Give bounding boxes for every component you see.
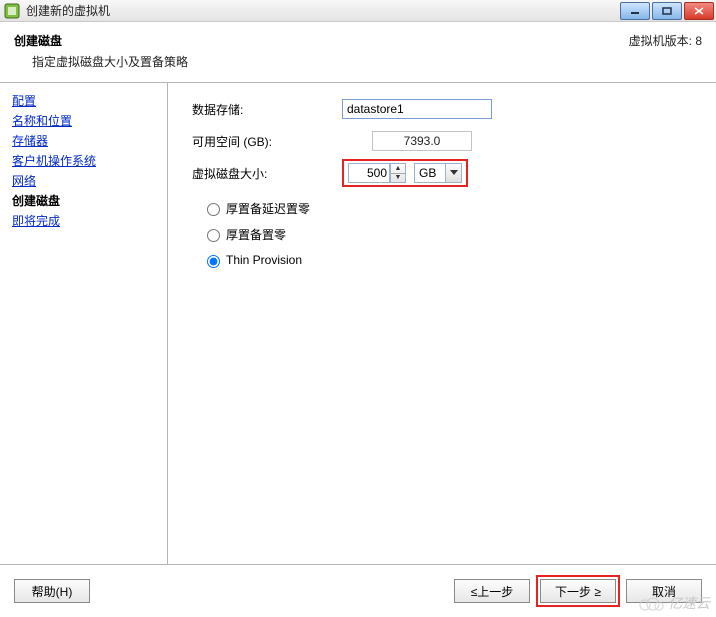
disksize-input[interactable]: [348, 163, 390, 183]
freespace-label: 可用空间 (GB):: [192, 133, 342, 150]
nav-step-network[interactable]: 网络: [12, 171, 163, 191]
spinner-up-icon[interactable]: ▲: [391, 164, 405, 174]
window-title: 创建新的虚拟机: [26, 2, 618, 19]
nav-step-ready[interactable]: 即将完成: [12, 211, 163, 231]
radio-thick-lazy-label: 厚置备延迟置零: [226, 200, 310, 217]
disksize-highlight: ▲ ▼ GB: [342, 159, 468, 187]
app-icon: [4, 3, 20, 19]
disksize-label: 虚拟磁盘大小:: [192, 165, 342, 182]
disksize-unit-value: GB: [415, 166, 445, 180]
titlebar: 创建新的虚拟机: [0, 0, 716, 22]
chevron-down-icon[interactable]: [445, 164, 461, 182]
nav-step-config[interactable]: 配置: [12, 91, 163, 111]
vm-version-label: 虚拟机版本: 8: [629, 32, 702, 70]
maximize-button[interactable]: [652, 2, 682, 20]
disksize-unit-select[interactable]: GB: [414, 163, 462, 183]
radio-thin-provision[interactable]: [207, 255, 220, 268]
spinner-down-icon[interactable]: ▼: [391, 174, 405, 183]
radio-thick-eager[interactable]: [207, 229, 220, 242]
datastore-label: 数据存储:: [192, 101, 342, 118]
page-subtitle: 指定虚拟磁盘大小及置备策略: [32, 53, 188, 70]
disksize-spinner[interactable]: ▲ ▼: [390, 163, 406, 183]
nav-step-storage[interactable]: 存储器: [12, 131, 163, 151]
form-panel: 数据存储: datastore1 可用空间 (GB): 7393.0 虚拟磁盘大…: [168, 83, 716, 564]
radio-thin-provision-label: Thin Provision: [226, 253, 302, 267]
freespace-value: 7393.0: [372, 131, 472, 151]
radio-thick-lazy[interactable]: [207, 203, 220, 216]
help-button[interactable]: 帮助(H): [14, 579, 90, 603]
cancel-button[interactable]: 取消: [626, 579, 702, 603]
radio-thick-eager-label: 厚置备置零: [226, 226, 286, 243]
wizard-header: 创建磁盘 指定虚拟磁盘大小及置备策略 虚拟机版本: 8: [0, 22, 716, 83]
page-title: 创建磁盘: [14, 32, 188, 49]
nav-step-name-location[interactable]: 名称和位置: [12, 111, 163, 131]
nav-step-create-disk: 创建磁盘: [12, 191, 163, 211]
window-controls: [618, 2, 714, 20]
wizard-steps-sidebar: 配置 名称和位置 存储器 客户机操作系统 网络 创建磁盘 即将完成: [0, 83, 168, 564]
back-button[interactable]: ≤上一步: [454, 579, 530, 603]
wizard-footer: 帮助(H) ≤上一步 下一步 ≥ 取消: [0, 564, 716, 617]
minimize-button[interactable]: [620, 2, 650, 20]
close-button[interactable]: [684, 2, 714, 20]
nav-step-guest-os[interactable]: 客户机操作系统: [12, 151, 163, 171]
datastore-field[interactable]: datastore1: [342, 99, 492, 119]
next-button-highlight: 下一步 ≥: [536, 575, 620, 607]
next-button[interactable]: 下一步 ≥: [540, 579, 616, 603]
